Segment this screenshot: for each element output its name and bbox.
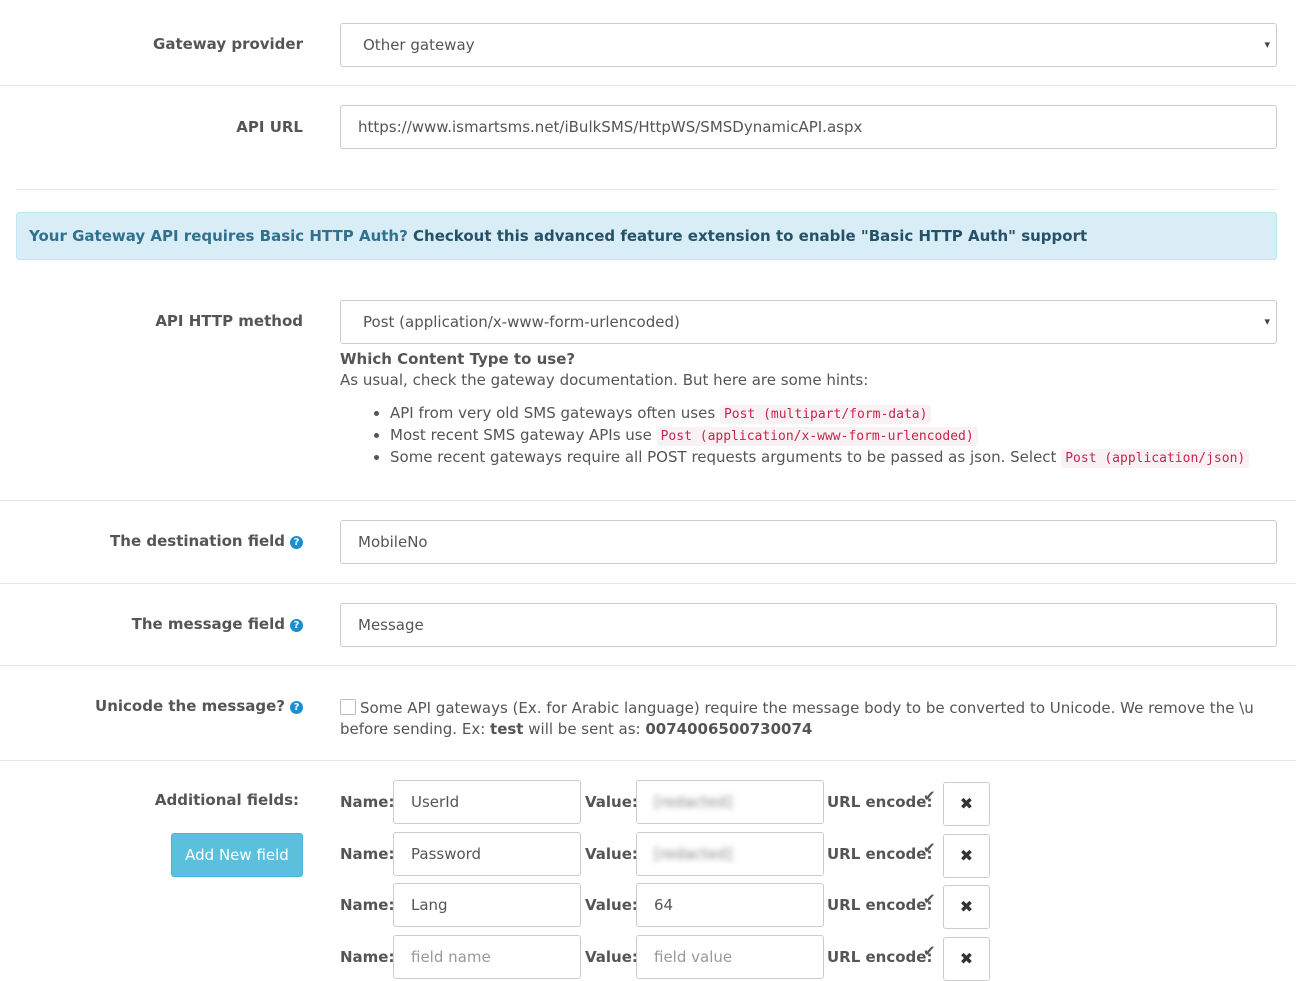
field-value-input[interactable]: [redacted] (636, 832, 824, 876)
close-icon: ✖ (959, 794, 974, 813)
http-method-select[interactable]: Post (application/x-www-form-urlencoded)… (340, 300, 1277, 344)
hint-text: API from very old SMS gateways often use… (390, 404, 720, 422)
divider (0, 500, 1296, 501)
delete-field-button[interactable]: ✖ (943, 937, 990, 981)
unicode-checkbox[interactable] (340, 699, 356, 715)
help-icon[interactable]: ? (290, 536, 303, 549)
destination-field-input[interactable]: MobileNo (340, 520, 1277, 564)
url-encode-checkbox[interactable]: ✔ (923, 943, 939, 959)
unicode-label-text: Unicode the message? (95, 697, 285, 715)
value-label: Value: (585, 948, 638, 966)
name-label: Name: (340, 845, 395, 863)
close-icon: ✖ (959, 846, 974, 865)
close-icon: ✖ (959, 897, 974, 916)
url-encode-label: URL encode: (827, 896, 933, 914)
content-type-hint-list: API from very old SMS gateways often use… (340, 402, 1250, 468)
destination-field-label-text: The destination field (110, 532, 285, 550)
name-label: Name: (340, 948, 395, 966)
additional-fields-label: Additional fields: (154, 791, 299, 809)
value-label: Value: (585, 793, 638, 811)
field-name-input[interactable]: Password (393, 832, 581, 876)
hint-code: Post (application/x-www-form-urlencoded) (656, 427, 978, 446)
http-method-value: Post (application/x-www-form-urlencoded) (363, 313, 680, 331)
unicode-example: test (490, 720, 524, 738)
field-name-input[interactable]: Lang (393, 883, 581, 927)
url-encode-checkbox[interactable]: ✔ (923, 891, 939, 907)
gateway-provider-select[interactable]: Other gateway ▾ (340, 23, 1277, 67)
url-encode-checkbox[interactable]: ✔ (923, 840, 939, 856)
api-url-label: API URL (236, 118, 303, 136)
name-label: Name: (340, 793, 395, 811)
gateway-provider-value: Other gateway (363, 36, 475, 54)
field-value-input[interactable]: [redacted] (636, 780, 824, 824)
add-new-field-button[interactable]: Add New field (171, 833, 303, 877)
divider (0, 665, 1296, 666)
unicode-text-mid: will be sent as: (523, 720, 646, 738)
basic-auth-extension-link[interactable]: Checkout this advanced feature extension… (413, 227, 1087, 245)
hint-item: API from very old SMS gateways often use… (390, 402, 1249, 424)
redacted-value: [redacted] (654, 845, 733, 863)
field-name-input[interactable]: UserId (393, 780, 581, 824)
gateway-provider-label: Gateway provider (153, 35, 303, 53)
url-encode-checkbox[interactable]: ✔ (923, 788, 939, 804)
hint-text: Some recent gateways require all POST re… (390, 448, 1062, 466)
field-value-input[interactable]: field value (636, 935, 824, 979)
chevron-down-icon: ▾ (1264, 38, 1270, 51)
http-method-label: API HTTP method (155, 312, 303, 330)
value-label: Value: (585, 845, 638, 863)
url-encode-label: URL encode: (827, 948, 933, 966)
close-icon: ✖ (959, 949, 974, 968)
delete-field-button[interactable]: ✖ (943, 885, 990, 929)
chevron-down-icon: ▾ (1264, 315, 1270, 328)
unicode-encoded-example: 0074006500730074 (645, 720, 813, 738)
hint-code: Post (application/json) (1061, 449, 1250, 468)
hint-item: Most recent SMS gateway APIs use Post (a… (390, 424, 1249, 446)
delete-field-button[interactable]: ✖ (943, 782, 990, 826)
message-field-label-text: The message field (131, 615, 285, 633)
url-encode-label: URL encode: (827, 793, 933, 811)
content-type-hint-text: As usual, check the gateway documentatio… (340, 371, 869, 389)
message-field-label: The message field? (132, 615, 303, 633)
redacted-value: [redacted] (654, 793, 733, 811)
destination-field-label: The destination field? (110, 532, 303, 550)
delete-field-button[interactable]: ✖ (943, 834, 990, 878)
api-url-input[interactable]: https://www.ismartsms.net/iBulkSMS/HttpW… (340, 105, 1277, 149)
basic-auth-alert: Your Gateway API requires Basic HTTP Aut… (16, 212, 1277, 260)
additional-field-row: Name: UserId Value: [redacted] URL encod… (340, 780, 1000, 826)
value-label: Value: (585, 896, 638, 914)
message-field-input[interactable]: Message (340, 603, 1277, 647)
additional-field-row: Name: field name Value: field value URL … (340, 935, 1000, 981)
hint-code: Post (multipart/form-data) (719, 405, 932, 424)
divider (0, 760, 1296, 761)
help-icon[interactable]: ? (290, 619, 303, 632)
unicode-label: Unicode the message?? (95, 697, 303, 715)
divider (0, 85, 1296, 86)
divider (0, 583, 1296, 584)
hint-text: Most recent SMS gateway APIs use (390, 426, 657, 444)
name-label: Name: (340, 896, 395, 914)
content-type-hint-title: Which Content Type to use? (340, 350, 576, 368)
hint-item: Some recent gateways require all POST re… (390, 446, 1250, 468)
additional-field-row: Name: Password Value: [redacted] URL enc… (340, 832, 1000, 878)
url-encode-label: URL encode: (827, 845, 933, 863)
field-name-input[interactable]: field name (393, 935, 581, 979)
help-icon[interactable]: ? (290, 701, 303, 714)
basic-auth-question: Your Gateway API requires Basic HTTP Aut… (29, 227, 408, 245)
unicode-description: Some API gateways (Ex. for Arabic langua… (340, 698, 1260, 740)
field-value-input[interactable]: 64 (636, 883, 824, 927)
divider (16, 189, 1277, 190)
additional-field-row: Name: Lang Value: 64 URL encode: ✔ ✖ (340, 883, 1000, 929)
